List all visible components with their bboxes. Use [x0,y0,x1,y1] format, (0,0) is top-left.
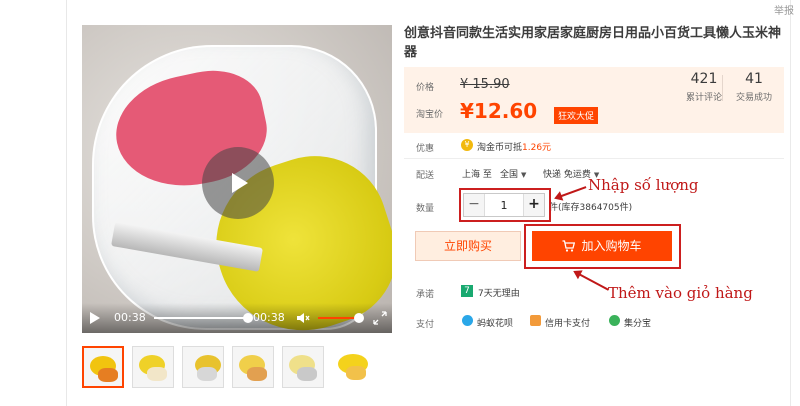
promise-label: 承诺 [416,290,435,300]
thumbnail-list [82,346,374,388]
annotation-arrow [555,186,587,199]
thumbnail[interactable] [332,346,374,388]
original-price: ¥ 15.90 [460,77,510,92]
price-box: 价格 ¥ 15.90 421 累计评论 41 交易成功 淘宝价 ¥12.60 狂… [404,67,784,133]
promise-text: 7天无理由 [478,289,520,299]
page-left-border [66,0,67,406]
current-price: ¥12.60 [460,99,538,123]
thumbnail[interactable] [82,346,124,388]
ship-from: 上海 至 [462,170,492,180]
shipping-label: 配送 [416,171,435,181]
price-label: 价格 [416,83,435,93]
coin-discount: 淘金币可抵1.26元 [477,143,552,153]
report-link[interactable]: 举报 [774,2,794,17]
ship-to-select[interactable]: 全国 ▼ [500,167,526,180]
video-controls: 00:38 00:38 [82,303,392,333]
thumbnail[interactable] [182,346,224,388]
thumbnail[interactable] [282,346,324,388]
discount-label: 优惠 [416,144,435,154]
payment-label: 支付 [416,320,435,330]
play-small-icon[interactable] [89,311,101,325]
thumbnail[interactable] [232,346,274,388]
play-button[interactable] [202,147,274,219]
video-current-time: 00:38 [114,311,146,324]
quantity-label: 数量 [416,204,435,214]
promo-badge: 狂欢大促 [554,107,599,124]
annotation-quantity: Nhập số lượng [588,176,699,194]
annotation-cart: Thêm vào giỏ hàng [608,284,753,302]
volume-bar[interactable] [318,317,358,319]
cart-highlight-box [524,224,681,269]
credit-card-icon [530,315,541,326]
payment-method: 信用卡支付 [545,319,591,329]
volume-knob[interactable] [354,313,364,323]
quantity-highlight-box [459,188,551,222]
thumbnail[interactable] [132,346,174,388]
sales-count: 41 [745,71,763,87]
divider [404,158,784,159]
video-duration: 00:38 [253,311,285,324]
payment-method: 集分宝 [624,319,652,329]
volume-icon[interactable] [296,312,310,324]
product-title: 创意抖音同款生活实用家居家庭厨房日用品小百货工具懒人玉米神器 [404,26,782,60]
product-video[interactable]: 00:38 00:38 [82,25,392,333]
jifenbao-icon [609,315,620,326]
annotation-arrow [574,271,610,291]
chevron-down-icon: ▼ [521,171,527,179]
stat-divider [722,75,723,101]
page-right-border [790,0,791,406]
video-progress-fill [154,317,248,319]
sales-label: 交易成功 [735,93,772,103]
buy-now-button[interactable]: 立即购买 [415,231,521,261]
taobao-price-label: 淘宝价 [416,110,444,120]
stock-text: 件(库存3864705件) [549,203,633,213]
seven-day-return-icon: 7 [461,285,473,297]
payment-method: 蚂蚁花呗 [477,319,514,329]
huabei-icon [462,315,473,326]
coin-icon: ¥ [461,139,473,151]
fullscreen-icon[interactable] [373,311,387,325]
video-progress-knob[interactable] [243,313,253,323]
play-icon [232,173,248,193]
video-progress-bar[interactable] [154,313,253,323]
